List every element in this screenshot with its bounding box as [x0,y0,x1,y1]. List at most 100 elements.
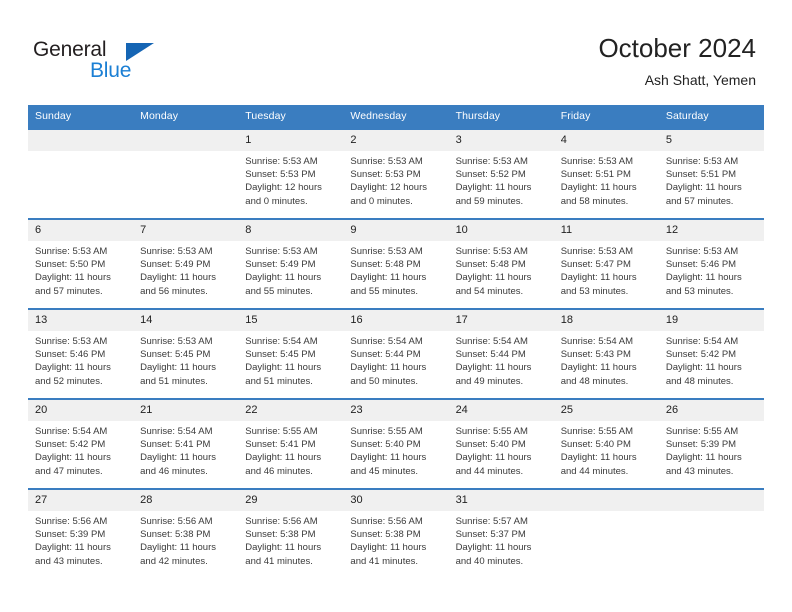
day-details: Sunrise: 5:55 AM Sunset: 5:40 PM Daylight:… [449,421,554,478]
calendar-day-cell[interactable]: 4 Sunrise: 5:53 AM Sunset: 5:51 PM Daylight… [553,128,659,219]
calendar-day-cell[interactable]: 14 Sunrise: 5:53 AM Sunset: 5:45 PM Dayligh… [133,308,239,399]
day-details: Sunrise: 5:57 AM Sunset: 5:37 PM Daylight:… [449,511,554,568]
day-number: 10 [448,220,554,241]
day-cell-inner: 16 Sunrise: 5:54 AM Sunset: 5:44 PM Dayligh… [343,310,449,398]
day-number: 19 [658,310,764,331]
daylight-text-line1: Daylight: 11 hours [665,452,742,464]
day-cell-inner: 5 Sunrise: 5:53 AM Sunset: 5:51 PM Daylight… [658,130,764,218]
sunrise-text: Sunrise: 5:53 AM [35,336,108,347]
day-cell-inner: 1 Sunrise: 5:53 AM Sunset: 5:53 PM Daylight… [238,130,344,218]
daylight-text-line2: and 52 minutes. [35,375,103,387]
sunset-text: Sunset: 5:51 PM [665,169,737,181]
day-number: 5 [658,130,764,151]
day-number: 15 [238,310,344,331]
calendar-day-cell[interactable]: 27 Sunrise: 5:56 AM Sunset: 5:39 PM Dayligh… [28,488,134,578]
sunset-text: Sunset: 5:38 PM [245,529,316,541]
sunrise-text: Sunrise: 5:53 AM [350,246,423,257]
day-number: 30 [343,490,449,511]
sunset-text: Sunset: 5:40 PM [455,439,526,451]
day-cell-inner [133,130,239,218]
calendar-day-cell[interactable]: 8 Sunrise: 5:53 AM Sunset: 5:49 PM Daylight… [238,218,344,309]
sunrise-text: Sunrise: 5:53 AM [665,246,739,257]
calendar-day-cell[interactable]: 6 Sunrise: 5:53 AM Sunset: 5:50 PM Daylight… [28,218,134,309]
day-number: 6 [28,220,134,241]
calendar-day-cell[interactable]: 30 Sunrise: 5:56 AM Sunset: 5:38 PM Dayligh… [343,488,449,578]
daylight-text-line2: and 0 minutes. [350,195,413,207]
calendar-day-cell[interactable]: 24 Sunrise: 5:55 AM Sunset: 5:40 PM Dayligh… [448,398,554,489]
calendar-day-cell[interactable]: 23 Sunrise: 5:55 AM Sunset: 5:40 PM Dayligh… [343,398,449,489]
calendar-day-cell[interactable]: 18 Sunrise: 5:54 AM Sunset: 5:43 PM Dayligh… [553,308,659,399]
calendar-empty-cell [553,488,659,578]
day-details: Sunrise: 5:53 AM Sunset: 5:53 PM Daylight:… [238,151,343,208]
sunrise-text: Sunrise: 5:54 AM [35,426,108,437]
calendar-day-cell[interactable]: 11 Sunrise: 5:53 AM Sunset: 5:47 PM Dayligh… [553,218,659,309]
daylight-text-line1: Daylight: 11 hours [455,542,532,554]
day-details: Sunrise: 5:55 AM Sunset: 5:40 PM Daylight:… [343,421,448,478]
calendar-day-cell[interactable]: 25 Sunrise: 5:55 AM Sunset: 5:40 PM Dayligh… [553,398,659,489]
sunset-text: Sunset: 5:42 PM [665,349,737,361]
calendar-day-cell[interactable]: 28 Sunrise: 5:56 AM Sunset: 5:38 PM Dayligh… [133,488,239,578]
calendar-day-cell[interactable]: 22 Sunrise: 5:55 AM Sunset: 5:41 PM Dayligh… [238,398,344,489]
day-cell-inner: 9 Sunrise: 5:53 AM Sunset: 5:48 PM Daylight… [343,220,449,308]
calendar-day-cell[interactable]: 1 Sunrise: 5:53 AM Sunset: 5:53 PM Daylight… [238,128,344,219]
sunrise-text: Sunrise: 5:54 AM [665,336,739,347]
calendar-day-cell[interactable]: 16 Sunrise: 5:54 AM Sunset: 5:44 PM Dayligh… [343,308,449,399]
day-cell-inner: 17 Sunrise: 5:54 AM Sunset: 5:44 PM Dayligh… [448,310,554,398]
general-blue-logo[interactable]: General Blue [33,38,193,86]
calendar-day-cell[interactable]: 17 Sunrise: 5:54 AM Sunset: 5:44 PM Dayligh… [448,308,554,399]
daylight-text-line2: and 44 minutes. [455,465,524,477]
day-number: 23 [343,400,449,421]
calendar-day-cell[interactable]: 7 Sunrise: 5:53 AM Sunset: 5:49 PM Daylight… [133,218,239,309]
calendar-day-cell[interactable]: 15 Sunrise: 5:54 AM Sunset: 5:45 PM Dayligh… [238,308,344,399]
calendar-day-cell[interactable]: 12 Sunrise: 5:53 AM Sunset: 5:46 PM Dayligh… [658,218,764,309]
logo-text-blue: Blue [90,59,132,82]
sunset-text: Sunset: 5:45 PM [140,349,211,361]
day-details: Sunrise: 5:53 AM Sunset: 5:51 PM Daylight:… [659,151,764,208]
calendar-day-cell[interactable]: 2 Sunrise: 5:53 AM Sunset: 5:53 PM Daylight… [343,128,449,219]
day-details: Sunrise: 5:54 AM Sunset: 5:44 PM Daylight:… [449,331,554,388]
day-cell-inner: 31 Sunrise: 5:57 AM Sunset: 5:37 PM Dayligh… [448,490,554,578]
sunrise-text: Sunrise: 5:54 AM [455,336,528,347]
day-details: Sunrise: 5:53 AM Sunset: 5:49 PM Daylight:… [238,241,343,298]
weekday-header-thursday: Thursday [448,105,554,129]
calendar-day-cell[interactable]: 21 Sunrise: 5:54 AM Sunset: 5:41 PM Dayligh… [133,398,239,489]
calendar-day-cell[interactable]: 9 Sunrise: 5:53 AM Sunset: 5:48 PM Daylight… [343,218,449,309]
weekday-header-row: Sunday Monday Tuesday Wednesday Thursday… [28,105,764,129]
calendar-week-row: 20 Sunrise: 5:54 AM Sunset: 5:42 PM Dayligh… [28,398,764,489]
sunset-text: Sunset: 5:44 PM [350,349,421,361]
day-details: Sunrise: 5:56 AM Sunset: 5:38 PM Daylight:… [133,511,238,568]
daylight-text-line1: Daylight: 11 hours [665,362,742,374]
daylight-text-line1: Daylight: 11 hours [560,452,637,464]
calendar-day-cell[interactable]: 20 Sunrise: 5:54 AM Sunset: 5:42 PM Dayligh… [28,398,134,489]
daylight-text-line2: and 48 minutes. [665,375,734,387]
daylight-text-line2: and 46 minutes. [245,465,313,477]
calendar-day-cell[interactable]: 13 Sunrise: 5:53 AM Sunset: 5:46 PM Dayligh… [28,308,134,399]
sunrise-text: Sunrise: 5:55 AM [665,426,739,437]
calendar-day-cell[interactable]: 31 Sunrise: 5:57 AM Sunset: 5:37 PM Dayligh… [448,488,554,578]
calendar-day-cell[interactable]: 29 Sunrise: 5:56 AM Sunset: 5:38 PM Dayligh… [238,488,344,578]
day-cell-inner: 12 Sunrise: 5:53 AM Sunset: 5:46 PM Dayligh… [658,220,764,308]
day-cell-inner: 24 Sunrise: 5:55 AM Sunset: 5:40 PM Dayligh… [448,400,554,488]
calendar-day-cell[interactable]: 10 Sunrise: 5:53 AM Sunset: 5:48 PM Dayligh… [448,218,554,309]
day-cell-inner: 8 Sunrise: 5:53 AM Sunset: 5:49 PM Daylight… [238,220,344,308]
sunrise-text: Sunrise: 5:53 AM [245,246,318,257]
calendar-day-cell[interactable]: 19 Sunrise: 5:54 AM Sunset: 5:42 PM Dayligh… [658,308,764,399]
sunset-text: Sunset: 5:42 PM [35,439,106,451]
sunrise-text: Sunrise: 5:53 AM [455,156,528,167]
daylight-text-line2: and 56 minutes. [140,285,208,297]
daylight-text-line1: Daylight: 12 hours [350,182,427,194]
daylight-text-line2: and 46 minutes. [140,465,208,477]
day-cell-inner: 11 Sunrise: 5:53 AM Sunset: 5:47 PM Dayligh… [553,220,659,308]
sunset-text: Sunset: 5:43 PM [560,349,631,361]
day-number: 24 [448,400,554,421]
sunrise-text: Sunrise: 5:54 AM [560,336,634,347]
calendar-day-cell[interactable]: 3 Sunrise: 5:53 AM Sunset: 5:52 PM Daylight… [448,128,554,219]
day-details: Sunrise: 5:53 AM Sunset: 5:46 PM Daylight:… [28,331,133,388]
day-cell-inner [28,130,134,218]
calendar-day-cell[interactable]: 26 Sunrise: 5:55 AM Sunset: 5:39 PM Dayligh… [658,398,764,489]
day-number: 11 [553,220,659,241]
sunrise-text: Sunrise: 5:54 AM [245,336,318,347]
day-number: 12 [658,220,764,241]
calendar-empty-cell [28,128,134,219]
calendar-day-cell[interactable]: 5 Sunrise: 5:53 AM Sunset: 5:51 PM Daylight… [658,128,764,219]
